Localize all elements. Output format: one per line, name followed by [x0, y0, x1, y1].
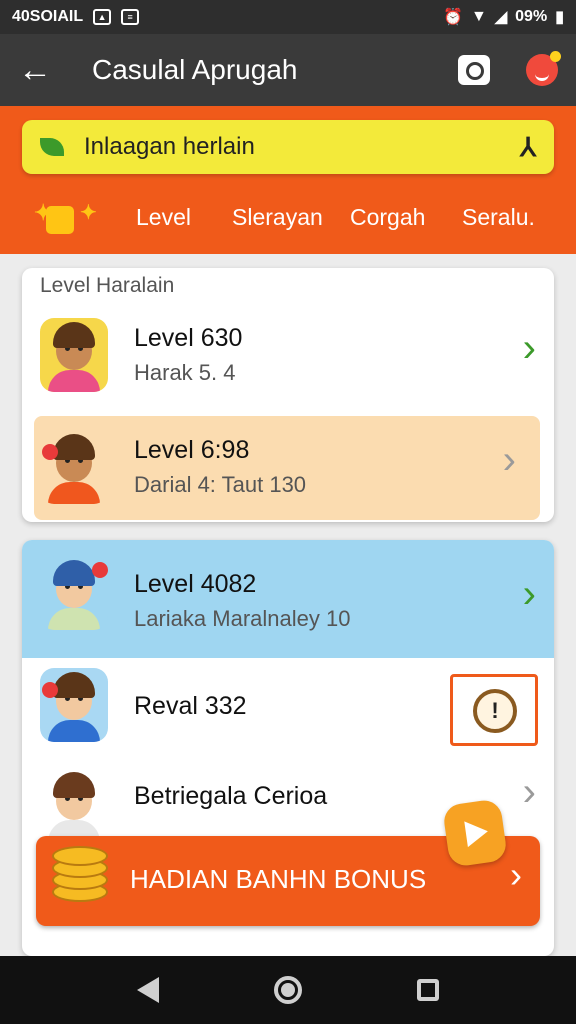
app-bar: ← Casulal Aprugah	[0, 34, 576, 106]
signal-icon: ◢	[494, 9, 508, 26]
chevron-right-icon: ›	[502, 438, 516, 482]
tool-icon[interactable]: ⅄	[520, 132, 536, 163]
row-title: Reval 332	[134, 692, 247, 720]
chevron-right-icon: ›	[522, 326, 536, 370]
profile-face-icon[interactable]	[526, 51, 561, 86]
avatar	[40, 556, 108, 630]
category-nav: ✦ ✦ Level Slerayan Corgah Seralu.	[0, 194, 576, 244]
play-icon[interactable]	[441, 798, 509, 868]
info-alert-button[interactable]: !	[450, 674, 538, 746]
exclamation-icon: !	[473, 689, 517, 733]
level-card: Level Haralain Level 630 Harak 5. 4 › Le…	[22, 268, 554, 522]
bonus-label: HADIAN BANHN BONUS	[130, 864, 427, 894]
list-item[interactable]: Level 630 Harak 5. 4 ›	[22, 304, 554, 408]
nav-item-corgah[interactable]: Corgah	[350, 204, 425, 231]
app-notification-icon: ≡	[121, 9, 140, 25]
recent-apps-icon[interactable]	[416, 979, 439, 1001]
system-nav-bar	[0, 956, 576, 1024]
back-triangle-icon[interactable]	[137, 977, 160, 1003]
leaf-icon	[40, 138, 64, 156]
row-title: Level 630	[134, 324, 243, 352]
status-text: 40SOIAIL	[12, 8, 84, 25]
coin-stack-icon	[52, 842, 112, 906]
search-text: Inlaagan herlain	[84, 133, 255, 160]
app-title: Casulal Aprugah	[92, 54, 298, 85]
camera-icon[interactable]	[458, 55, 490, 85]
row-subtitle: Darial 4: Taut 130	[134, 472, 307, 497]
avatar	[40, 768, 108, 842]
header-area: Inlaagan herlain ⅄ ✦ ✦ Level Slerayan Cor…	[0, 106, 576, 254]
row-subtitle: Lariaka Maralnaley 10	[134, 606, 351, 631]
alarm-icon: ⏰	[443, 9, 463, 26]
list-item[interactable]: Level 6:98 Darial 4: Taut 130 ›	[34, 416, 540, 520]
chevron-right-icon: ›	[522, 572, 536, 616]
chevron-right-icon: ›	[510, 854, 522, 895]
section-title: Level Haralain	[40, 274, 175, 297]
nav-item-slerayan[interactable]: Slerayan	[232, 204, 323, 231]
avatar	[40, 668, 108, 742]
wifi-icon: ▼	[471, 8, 487, 25]
level-card-secondary: Level 4082 Lariaka Maralnaley 10 › Reval…	[22, 540, 554, 956]
chevron-right-icon: ›	[522, 770, 536, 814]
search-bar[interactable]: Inlaagan herlain ⅄	[22, 120, 554, 174]
nav-item-level[interactable]: Level	[136, 204, 191, 231]
home-circle-icon[interactable]	[273, 976, 302, 1004]
row-subtitle: Harak 5. 4	[134, 360, 236, 385]
battery-icon: ▮	[555, 9, 564, 26]
nav-item-seralu[interactable]: Seralu.	[462, 204, 535, 231]
home-logo-icon[interactable]: ✦ ✦	[34, 194, 97, 240]
gallery-notification-icon: ▲	[93, 9, 112, 25]
status-bar: 40SOIAIL ▲ ≡ ⏰ ▼ ◢ 09% ▮	[0, 0, 576, 34]
list-item[interactable]: Reval 332 !	[22, 658, 554, 762]
back-arrow-icon[interactable]: ←	[18, 53, 58, 87]
row-title: Level 6:98	[134, 436, 250, 464]
list-item[interactable]: Level 4082 Lariaka Maralnaley 10 ›	[22, 540, 554, 658]
row-title: Betriegala Cerioa	[134, 782, 328, 810]
avatar	[40, 318, 108, 392]
row-title: Level 4082	[134, 570, 257, 598]
battery-percent: 09%	[515, 8, 548, 25]
avatar	[40, 430, 108, 504]
